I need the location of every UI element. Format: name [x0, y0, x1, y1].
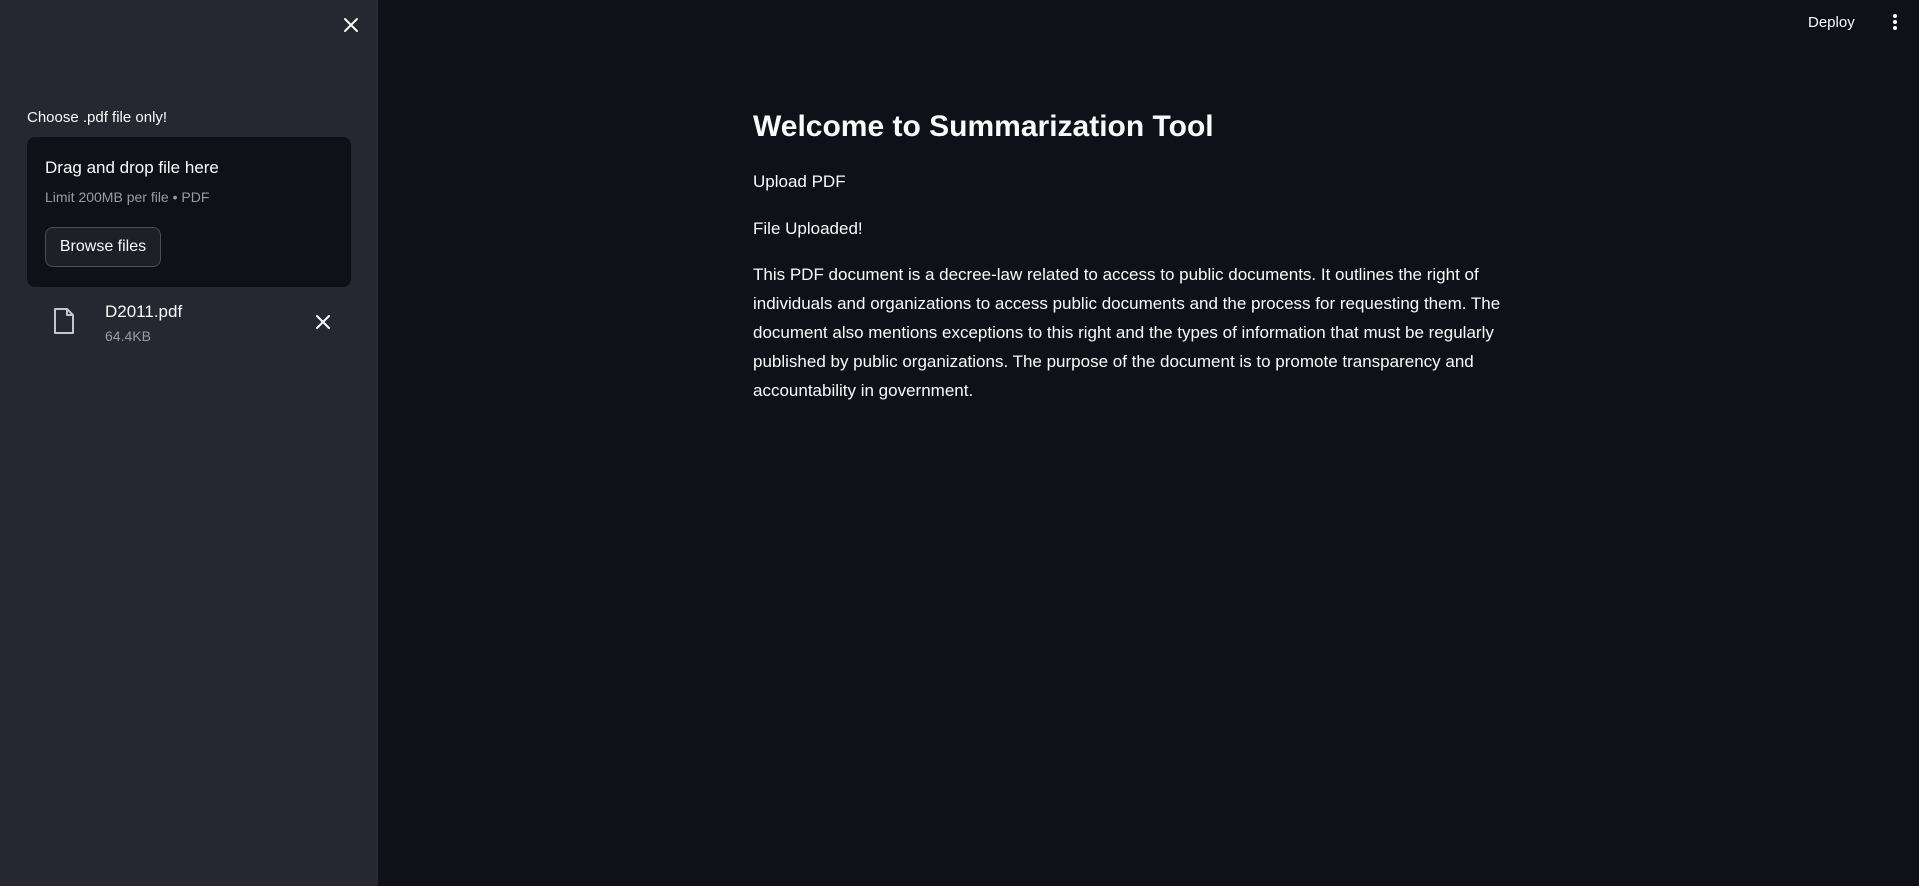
uploader-label: Choose .pdf file only! — [27, 109, 168, 126]
browse-files-button[interactable]: Browse files — [45, 227, 161, 267]
file-icon — [54, 308, 74, 334]
remove-file-button[interactable] — [311, 310, 335, 334]
close-icon — [316, 315, 330, 329]
more-vertical-icon — [1893, 14, 1897, 30]
dropzone-limit: Limit 200MB per file • PDF — [45, 189, 210, 205]
sidebar-close-button[interactable] — [338, 12, 364, 38]
dropzone-title: Drag and drop file here — [45, 158, 219, 177]
uploaded-file-item: D2011.pdf 64.4KB — [27, 296, 351, 348]
file-name: D2011.pdf — [105, 302, 183, 321]
close-icon — [344, 18, 358, 32]
summary-text: This PDF document is a decree-law relate… — [753, 265, 1501, 400]
app-root: Choose .pdf file only! Drag and drop fil… — [0, 0, 1919, 886]
file-dropzone[interactable]: Drag and drop file here Limit 200MB per … — [27, 137, 351, 287]
deploy-button[interactable]: Deploy — [1808, 10, 1855, 34]
status-text: File Uploaded! — [753, 219, 863, 238]
main-menu-button[interactable] — [1884, 10, 1906, 34]
sidebar: Choose .pdf file only! Drag and drop fil… — [0, 0, 378, 886]
page-title: Welcome to Summarization Tool — [753, 110, 1214, 143]
upload-text: Upload PDF — [753, 172, 846, 191]
file-size: 64.4KB — [105, 328, 151, 344]
